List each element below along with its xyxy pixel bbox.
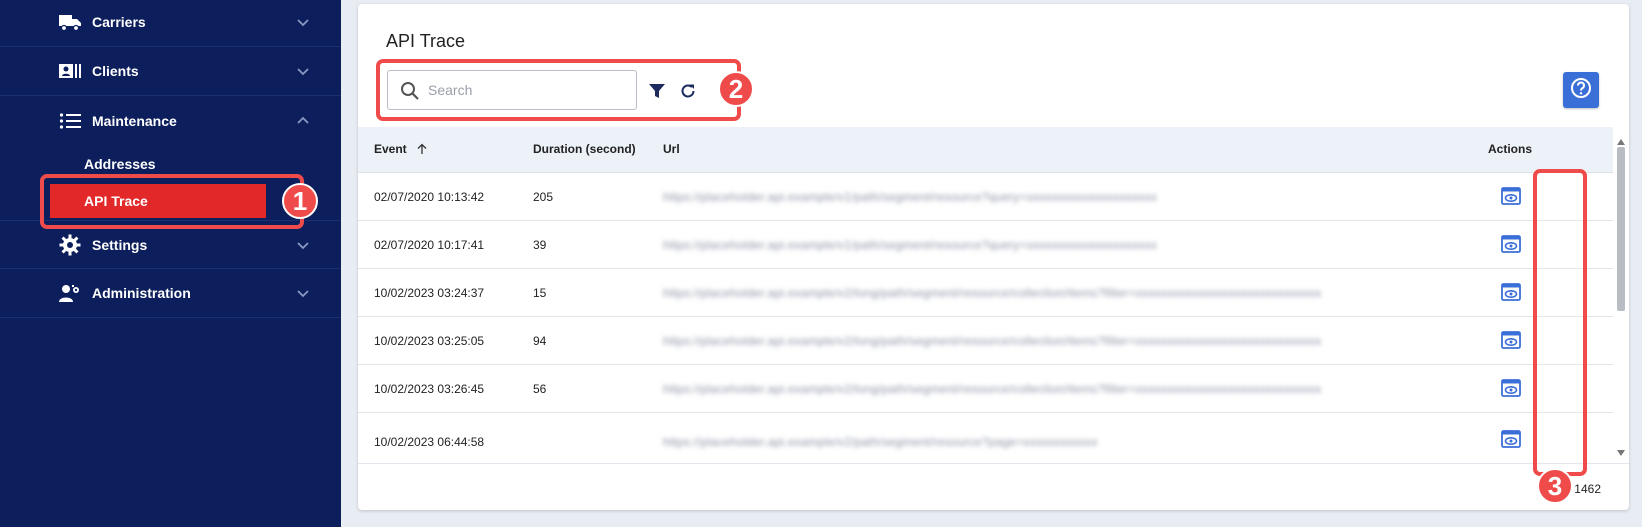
cell-url: https://placeholder.api.example/v1/path/… <box>663 238 1158 252</box>
column-header-duration[interactable]: Duration (second) <box>533 142 636 156</box>
table-row[interactable]: 10/02/2023 03:25:05 94 https://placehold… <box>358 317 1613 365</box>
cell-event: 10/02/2023 03:26:45 <box>374 382 485 396</box>
sidebar-item-settings[interactable]: Settings <box>0 220 341 269</box>
scroll-up-arrow-icon[interactable] <box>1616 133 1626 145</box>
column-header-url[interactable]: Url <box>663 142 680 156</box>
view-details-icon[interactable] <box>1500 428 1522 450</box>
truck-icon <box>58 10 82 34</box>
table-body: 02/07/2020 10:13:42 205 https://placehol… <box>358 173 1613 463</box>
column-header-actions: Actions <box>1488 142 1533 156</box>
scroll-down-arrow-icon[interactable] <box>1616 444 1626 456</box>
api-trace-card: API Trace Event Duration (second) Url Ac… <box>358 4 1629 510</box>
search-box[interactable] <box>387 70 637 110</box>
table-header: Event Duration (second) Url Actions <box>358 127 1613 173</box>
sidebar-subitem-addresses[interactable]: Addresses <box>0 147 341 181</box>
search-input[interactable] <box>428 79 628 101</box>
admin-users-icon <box>58 281 82 305</box>
cell-duration: 94 <box>533 334 547 348</box>
chevron-down-icon <box>294 62 312 80</box>
refresh-icon[interactable] <box>677 80 699 102</box>
scrollbar-thumb[interactable] <box>1617 147 1625 311</box>
filter-icon[interactable] <box>646 80 668 102</box>
active-item-highlight <box>50 184 266 218</box>
sidebar-item-label: Clients <box>92 63 139 79</box>
sidebar-subitem-label: Addresses <box>84 156 156 172</box>
cell-url: https://placeholder.api.example/v2/long/… <box>663 382 1322 396</box>
table-row[interactable]: 10/02/2023 06:44:58 https://placeholder.… <box>358 413 1613 463</box>
sidebar-subitem-label: API Trace <box>84 193 148 209</box>
cell-url: https://placeholder.api.example/v2/long/… <box>663 334 1322 348</box>
cell-event: 02/07/2020 10:13:42 <box>374 190 485 204</box>
chevron-down-icon <box>294 236 312 254</box>
sidebar-item-label: Settings <box>92 236 148 253</box>
help-icon <box>1570 77 1592 104</box>
list-icon <box>58 109 82 133</box>
table-footer: 1462 <box>358 463 1629 510</box>
help-button[interactable] <box>1563 72 1599 108</box>
view-details-icon[interactable] <box>1500 281 1522 303</box>
column-header-event[interactable]: Event <box>374 142 428 156</box>
page-title: API Trace <box>386 31 466 51</box>
total-record-count: 1462 <box>1574 482 1601 496</box>
column-header-label: Event <box>374 142 407 156</box>
sidebar: Carriers Clients Maintenance Addresses A… <box>0 0 341 527</box>
table-row[interactable]: 10/02/2023 03:26:45 56 https://placehold… <box>358 365 1613 413</box>
cell-event: 02/07/2020 10:17:41 <box>374 238 485 252</box>
sidebar-item-label: Carriers <box>92 14 146 30</box>
sidebar-subitem-api-trace[interactable]: API Trace <box>0 184 341 218</box>
view-details-icon[interactable] <box>1500 185 1522 207</box>
cell-url: https://placeholder.api.example/v2/path/… <box>663 435 1098 449</box>
sidebar-item-label: Maintenance <box>92 112 177 129</box>
cell-event: 10/02/2023 03:24:37 <box>374 286 485 300</box>
view-details-icon[interactable] <box>1500 233 1522 255</box>
view-details-icon[interactable] <box>1500 377 1522 399</box>
sidebar-item-clients[interactable]: Clients <box>0 47 341 96</box>
arrow-up-icon <box>416 143 428 155</box>
cell-duration: 56 <box>533 382 547 396</box>
sidebar-item-administration[interactable]: Administration <box>0 269 341 318</box>
sidebar-item-label: Administration <box>92 285 191 301</box>
cell-duration: 39 <box>533 238 547 252</box>
chevron-down-icon <box>294 13 312 31</box>
cell-duration: 15 <box>533 286 547 300</box>
gear-icon <box>58 233 82 257</box>
table-scrollbar[interactable] <box>1613 127 1629 463</box>
table-row[interactable]: 10/02/2023 03:24:37 15 https://placehold… <box>358 269 1613 317</box>
cell-event: 10/02/2023 03:25:05 <box>374 334 485 348</box>
chevron-down-icon <box>294 284 312 302</box>
table-row[interactable]: 02/07/2020 10:13:42 205 https://placehol… <box>358 173 1613 221</box>
contact-card-icon <box>58 59 82 83</box>
table-row[interactable]: 02/07/2020 10:17:41 39 https://placehold… <box>358 221 1613 269</box>
cell-url: https://placeholder.api.example/v2/long/… <box>663 286 1322 300</box>
cell-url: https://placeholder.api.example/v1/path/… <box>663 190 1158 204</box>
cell-duration: 205 <box>533 190 554 204</box>
sidebar-item-maintenance[interactable]: Maintenance <box>0 96 341 145</box>
search-icon <box>400 81 420 101</box>
chevron-up-icon <box>294 112 312 130</box>
view-details-icon[interactable] <box>1500 329 1522 351</box>
sidebar-item-carriers[interactable]: Carriers <box>0 0 341 47</box>
cell-event: 10/02/2023 06:44:58 <box>374 435 485 449</box>
